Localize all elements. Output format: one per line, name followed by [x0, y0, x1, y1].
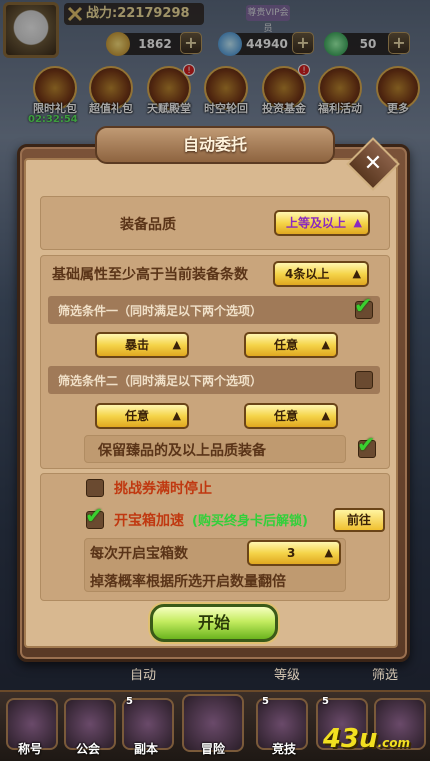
filter1-option-a-dropdown[interactable]: 暴击 ▲: [95, 332, 189, 358]
speed-up-hint: (购买终身卡后解锁): [192, 514, 308, 529]
watermark-logo: 43u.com: [323, 724, 410, 754]
nav-label: 竞技: [271, 742, 296, 756]
stop-when-full-label: 挑战券满时停止: [114, 481, 212, 497]
nav-label: 公会: [75, 742, 100, 756]
bg-tab-filter: 筛选: [372, 668, 399, 683]
dropdown-arrow-icon: ▲: [352, 267, 361, 280]
nav-count: 5: [262, 696, 269, 707]
dropdown-arrow-icon: ▲: [324, 546, 333, 559]
dialog-title: 自动委托: [95, 126, 335, 164]
chest-count-label: 每次开启宝箱数: [90, 546, 188, 562]
dropdown-arrow-icon: ▲: [321, 338, 330, 351]
filter1-label: 筛选条件一（同时满足以下两个选项）: [58, 304, 263, 318]
checkmark-icon: ✔: [85, 504, 104, 529]
filter1-option-b-dropdown[interactable]: 任意 ▲: [244, 332, 338, 358]
nav-label: 副本: [133, 742, 158, 756]
keep-checkbox[interactable]: ✔: [357, 433, 376, 458]
filter2-option-b-value: 任意: [274, 409, 299, 423]
bg-tab-auto: 自动: [130, 668, 157, 683]
quality-label: 装备品质: [120, 217, 176, 233]
filter1-checkbox[interactable]: ✔: [354, 294, 373, 319]
filter2-option-a-value: 任意: [125, 409, 150, 423]
watermark-main: 43u: [322, 724, 378, 754]
dropdown-arrow-icon: ▲: [353, 216, 362, 229]
stop-when-full-checkbox[interactable]: [86, 479, 104, 497]
filter2-checkbox[interactable]: [355, 371, 373, 389]
filter1-option-a-value: 暴击: [125, 338, 150, 352]
quality-dropdown[interactable]: 上等及以上 ▲: [274, 210, 370, 236]
base-attr-dropdown[interactable]: 4条以上 ▲: [273, 261, 369, 287]
watermark-suffix: .com: [377, 736, 410, 750]
speed-up-checkbox[interactable]: ✔: [85, 504, 104, 529]
dropdown-arrow-icon: ▲: [172, 409, 181, 422]
base-attr-value: 4条以上: [285, 267, 330, 281]
close-icon: ✕: [363, 151, 383, 176]
start-button[interactable]: 开始: [150, 604, 278, 642]
goto-button[interactable]: 前往: [333, 508, 385, 532]
filter2-option-b-dropdown[interactable]: 任意 ▲: [244, 403, 338, 429]
quality-value: 上等及以上: [286, 216, 347, 230]
keep-label: 保留臻品的及以上品质装备: [98, 443, 266, 459]
dropdown-arrow-icon: ▲: [172, 338, 181, 351]
nav-count: 5: [126, 696, 133, 707]
drop-note: 掉落概率根据所选开启数量翻倍: [90, 574, 286, 590]
bg-tab-level: 等级: [274, 668, 301, 683]
filter1-option-b-value: 任意: [274, 338, 299, 352]
checkmark-icon: ✔: [357, 433, 376, 458]
base-attr-label: 基础属性至少高于当前装备条数: [52, 267, 248, 283]
checkmark-icon: ✔: [354, 294, 373, 319]
chest-count-value: 3: [287, 546, 296, 560]
filter2-option-a-dropdown[interactable]: 任意 ▲: [95, 403, 189, 429]
filter2-label: 筛选条件二（同时满足以下两个选项）: [58, 374, 263, 388]
nav-count: 5: [322, 696, 329, 707]
nav-label: 冒险: [200, 742, 225, 756]
nav-label: 称号: [17, 742, 42, 756]
speed-up-label: 开宝箱加速: [114, 513, 184, 529]
dropdown-arrow-icon: ▲: [321, 409, 330, 422]
chest-count-dropdown[interactable]: 3 ▲: [247, 540, 341, 566]
